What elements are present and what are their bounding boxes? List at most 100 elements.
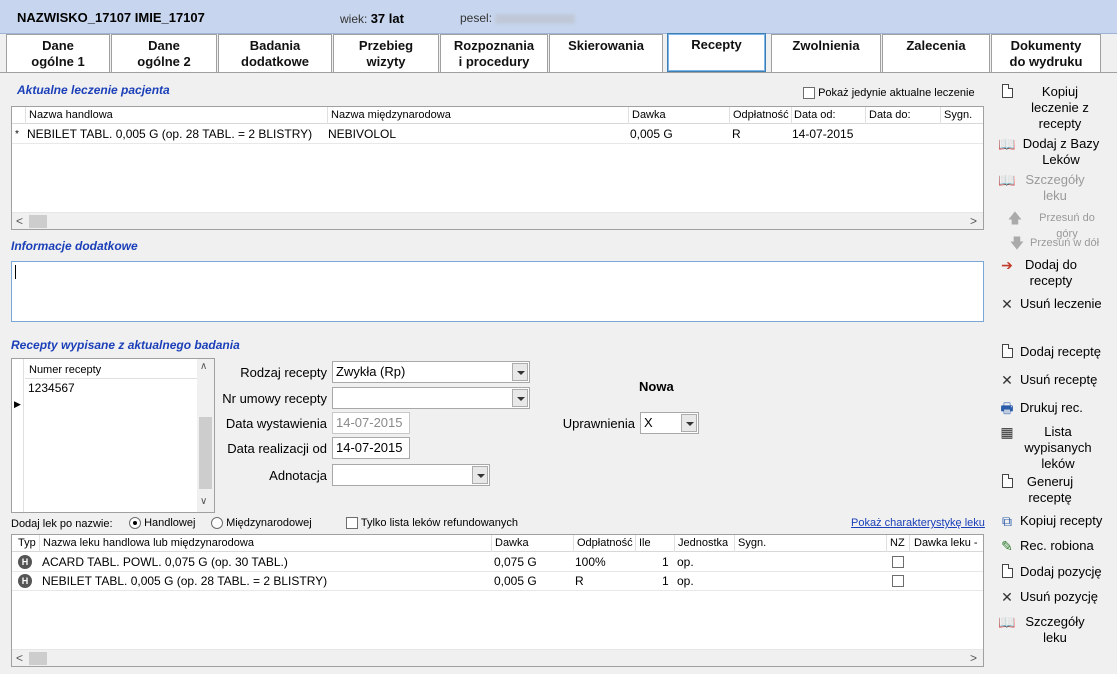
tab-skierowania[interactable]: Skierowania (549, 34, 663, 73)
add-rx-button[interactable]: Dodaj receptę (998, 344, 1110, 360)
scroll-thumb[interactable] (29, 215, 47, 228)
refund-only-toggle[interactable]: Tylko lista leków refundowanych (346, 517, 518, 530)
tab-przebieg-wizyty[interactable]: Przebieg wizyty (333, 34, 439, 73)
rx-status: Nowa (639, 379, 674, 394)
nz-checkbox[interactable] (892, 575, 904, 587)
table-row[interactable]: H NEBILET TABL. 0,005 G (op. 28 TABL. = … (12, 572, 983, 590)
column-separator (734, 535, 735, 552)
scroll-left-icon[interactable]: < (16, 651, 23, 665)
list-item[interactable]: 1234567 (28, 381, 75, 395)
cell-quantity: 1 (662, 555, 669, 569)
button-label: Szczegóły leku (1025, 614, 1085, 645)
scroll-left-icon[interactable]: < (16, 214, 23, 228)
header-divider (25, 378, 197, 379)
book-icon: 📖 (998, 136, 1016, 152)
contract-select[interactable] (332, 387, 530, 409)
grid-header: Nazwa handlowa Nazwa międzynarodowa Dawk… (12, 107, 983, 124)
chevron-down-icon[interactable] (472, 466, 488, 484)
close-icon: ✕ (1001, 589, 1013, 605)
add-to-rx-button[interactable]: ➔ Dodaj do recepty (998, 257, 1108, 289)
chevron-down-icon[interactable] (512, 363, 528, 381)
show-characteristics-link[interactable]: Pokaż charakterystykę leku (851, 517, 985, 529)
prescription-number-list[interactable]: ▶ Numer recepty 1234567 ∧ ∨ (11, 358, 215, 513)
row-divider (12, 143, 983, 144)
nz-checkbox[interactable] (892, 556, 904, 568)
radio-intl-name[interactable]: Międzynarodowej (211, 517, 312, 530)
delete-item-button[interactable]: ✕ Usuń pozycję (998, 589, 1110, 605)
button-label: Generuj receptę (1026, 474, 1074, 505)
rx-drugs-grid[interactable]: Typ Nazwa leku handlowa lub międzynarodo… (11, 534, 984, 667)
col-header: Sygn. (738, 537, 767, 549)
scroll-thumb[interactable] (29, 652, 47, 665)
scroll-up-icon[interactable]: ∧ (200, 361, 207, 372)
add-from-db-button[interactable]: 📖 Dodaj z Bazy Leków (998, 136, 1108, 168)
col-header: Dawka (632, 109, 666, 121)
cell-date-from: 14-07-2015 (792, 127, 854, 141)
cell-quantity: 1 (662, 574, 669, 588)
tab-label: Dane (42, 38, 74, 53)
tab-dokumenty[interactable]: Dokumenty do wydruku (991, 34, 1101, 73)
tab-recepty[interactable]: Recepty (667, 33, 766, 72)
chevron-down-icon[interactable] (512, 389, 528, 407)
tab-rozpoznania[interactable]: Rozpoznania i procedury (440, 34, 548, 73)
delete-rx-button[interactable]: ✕ Usuń receptę (998, 372, 1110, 388)
only-current-toggle[interactable]: Pokaż jedynie aktualne leczenie (803, 87, 975, 100)
age-block: wiek: 37 lat (340, 11, 404, 26)
table-row[interactable]: * NEBILET TABL. 0,005 G (op. 28 TABL. = … (12, 125, 983, 143)
tab-label: Zalecenia (906, 38, 966, 53)
col-header: Nazwa międzynarodowa (331, 109, 451, 121)
tab-label: do wydruku (1009, 54, 1083, 69)
button-label: Kopiuj leczenie z recepty (1031, 84, 1089, 131)
tab-dane-ogolne-2[interactable]: Dane ogólne 2 (111, 34, 217, 73)
current-treatment-grid[interactable]: Nazwa handlowa Nazwa międzynarodowa Dawk… (11, 106, 984, 230)
scroll-down-icon[interactable]: ∨ (200, 496, 207, 507)
realization-date-field[interactable]: 14-07-2015 (332, 437, 410, 459)
horizontal-scrollbar[interactable]: < > (12, 649, 983, 666)
copy-treatment-button[interactable]: Kopiuj leczenie z recepty (998, 84, 1108, 132)
radio-intl-indicator[interactable] (211, 517, 223, 530)
cell-dose: 0,005 G (494, 574, 537, 588)
annotation-select[interactable] (332, 464, 490, 486)
radio-trade-name[interactable]: Handlowej (129, 517, 195, 530)
copy-rx-icon: ⧉ (1002, 513, 1012, 529)
copy-rx-button[interactable]: ⧉ Kopiuj recepty (998, 513, 1110, 529)
button-label: Usuń pozycję (1020, 589, 1099, 604)
cell-payment: R (575, 574, 584, 588)
scroll-right-icon[interactable]: > (970, 651, 977, 665)
radio-trade-indicator[interactable] (129, 517, 141, 530)
move-down-button[interactable]: 🡇 Przesuń w dół (1008, 235, 1108, 251)
arrow-down-icon: 🡇 (1009, 235, 1025, 251)
delete-treatment-button[interactable]: ✕ Usuń leczenie (998, 296, 1108, 312)
radio-intl-label: Międzynarodowej (226, 517, 312, 529)
refund-only-checkbox[interactable] (346, 517, 358, 530)
drug-details-button-2[interactable]: 📖 Szczegóły leku (998, 614, 1110, 646)
tab-zwolnienia[interactable]: Zwolnienia (771, 34, 881, 73)
realization-date-value: 14-07-2015 (336, 440, 403, 455)
print-rx-button[interactable]: 🖶 Drukuj rec. (998, 400, 1110, 416)
button-label: Drukuj rec. (1020, 400, 1083, 415)
tab-zalecenia[interactable]: Zalecenia (882, 34, 990, 73)
drug-details-button[interactable]: 📖 Szczegóły leku (998, 172, 1108, 204)
vertical-scrollbar[interactable]: ∧ ∨ (197, 359, 214, 512)
scroll-right-icon[interactable]: > (970, 214, 977, 228)
col-header: Typ (18, 537, 36, 549)
column-separator (39, 535, 40, 552)
additional-info-textarea[interactable] (11, 261, 984, 322)
tab-dane-ogolne-1[interactable]: Dane ogólne 1 (6, 34, 110, 73)
generate-rx-button[interactable]: Generuj receptę (998, 474, 1110, 506)
column-separator (25, 107, 26, 124)
chevron-down-icon[interactable] (681, 414, 697, 432)
rx-type-select[interactable]: Zwykła (Rp) (332, 361, 530, 383)
only-current-checkbox[interactable] (803, 87, 815, 100)
col-header: NZ (890, 537, 905, 549)
horizontal-scrollbar[interactable]: < > (12, 212, 983, 229)
tab-badania-dodatkowe[interactable]: Badania dodatkowe (218, 34, 332, 73)
add-item-button[interactable]: Dodaj pozycję (998, 564, 1110, 580)
column-separator (729, 107, 730, 124)
entitlement-select[interactable]: X (640, 412, 699, 434)
document-icon (998, 564, 1016, 580)
rx-done-button[interactable]: ✎ Rec. robiona (998, 538, 1110, 554)
table-row[interactable]: H ACARD TABL. POWL. 0,075 G (op. 30 TABL… (12, 553, 983, 571)
rx-list-button[interactable]: ▦ Lista wypisanych leków (998, 424, 1110, 472)
row-marker: * (15, 129, 19, 140)
